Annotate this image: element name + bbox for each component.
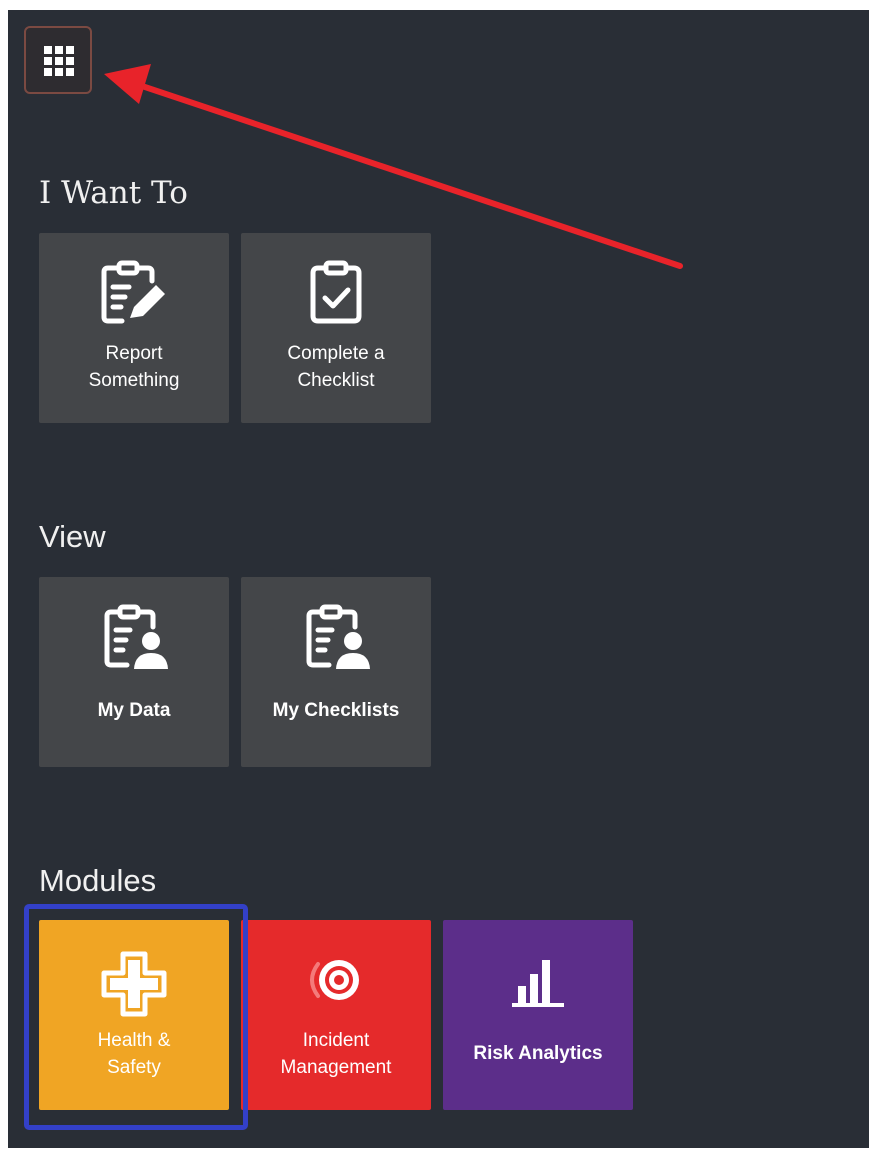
my-data-tile[interactable]: My Data	[39, 577, 229, 767]
tile-label: Complete a Checklist	[287, 343, 385, 391]
bar-chart-icon	[512, 960, 564, 1007]
medical-cross-icon	[101, 951, 167, 1017]
target-icon	[310, 960, 359, 1000]
report-something-tile[interactable]: Report Something	[39, 233, 229, 423]
tile-label: Report Something	[88, 343, 180, 391]
section-title-modules: Modules	[39, 863, 157, 898]
grid-icon	[44, 46, 74, 76]
tile-label: Incident Management	[280, 1030, 392, 1078]
app-launcher-button[interactable]	[24, 26, 92, 94]
my-checklists-tile[interactable]: My Checklists	[241, 577, 431, 767]
section-title-i-want-to: I Want To	[39, 175, 188, 211]
tile-label: My Checklists	[272, 700, 400, 721]
incident-management-tile[interactable]: Incident Management	[241, 920, 431, 1110]
health-and-safety-tile[interactable]: Health & Safety	[39, 920, 229, 1110]
tile-label: Health & Safety	[97, 1030, 171, 1078]
clipboard-pencil-icon	[101, 260, 165, 324]
complete-a-checklist-tile[interactable]: Complete a Checklist	[241, 233, 431, 423]
clipboard-person-icon	[104, 604, 168, 669]
clipboard-person-icon	[306, 604, 370, 669]
risk-analytics-tile[interactable]: Risk Analytics	[443, 920, 633, 1110]
section-title-view: View	[39, 519, 106, 554]
clipboard-check-icon	[310, 260, 362, 324]
tile-label: Risk Analytics	[473, 1043, 603, 1064]
tile-label: My Data	[97, 700, 171, 721]
